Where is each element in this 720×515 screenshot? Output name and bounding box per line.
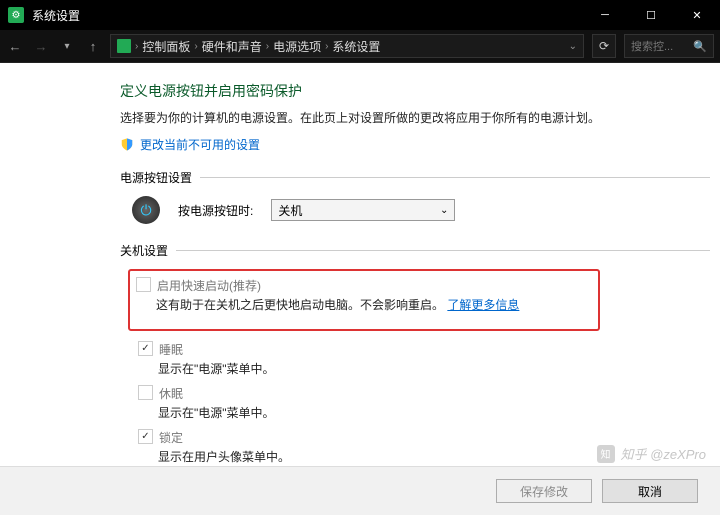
sleep-desc: 显示在"电源"菜单中。	[158, 360, 710, 377]
page-subtitle: 选择要为你的计算机的电源设置。在此页上对设置所做的更改将应用于你所有的电源计划。	[120, 109, 710, 126]
fast-startup-label: 启用快速启动(推荐)	[157, 277, 261, 294]
change-unavailable-link[interactable]: 更改当前不可用的设置	[120, 136, 710, 153]
forward-button[interactable]: →	[32, 39, 50, 54]
control-panel-icon	[117, 39, 131, 53]
lock-checkbox[interactable]: ✓	[138, 429, 153, 444]
fast-startup-option: 启用快速启动(推荐)	[136, 277, 574, 294]
close-button[interactable]: ✕	[674, 0, 720, 30]
breadcrumb-item[interactable]: 硬件和声音	[202, 38, 262, 55]
maximize-button[interactable]: ☐	[628, 0, 674, 30]
hibernate-option: 休眠 显示在"电源"菜单中。	[138, 385, 710, 421]
back-button[interactable]: ←	[6, 39, 24, 54]
content-area: 定义电源按钮并启用密码保护 选择要为你的计算机的电源设置。在此页上对设置所做的更…	[0, 63, 720, 486]
chevron-right-icon: ›	[266, 41, 269, 52]
search-icon: 🔍	[693, 40, 707, 53]
footer: 保存修改 取消	[0, 466, 720, 515]
minimize-button[interactable]: ─	[582, 0, 628, 30]
breadcrumb-item[interactable]: 系统设置	[332, 38, 380, 55]
fast-startup-desc: 这有助于在关机之后更快地启动电脑。不会影响重启。 了解更多信息	[156, 296, 574, 313]
lock-label: 锁定	[159, 429, 183, 446]
sleep-label: 睡眠	[159, 341, 183, 358]
watermark-text: 知乎 @zeXPro	[621, 444, 706, 463]
zhihu-icon: 知	[597, 445, 615, 463]
up-button[interactable]: ↑	[84, 39, 102, 54]
dropdown-value: 关机	[278, 202, 302, 219]
page-title: 定义电源按钮并启用密码保护	[120, 81, 710, 101]
watermark: 知 知乎 @zeXPro	[597, 444, 706, 463]
shield-icon	[120, 137, 134, 152]
sleep-checkbox[interactable]: ✓	[138, 341, 153, 356]
highlight-fast-startup: 启用快速启动(推荐) 这有助于在关机之后更快地启动电脑。不会影响重启。 了解更多…	[128, 269, 600, 331]
learn-more-link[interactable]: 了解更多信息	[447, 298, 519, 312]
search-placeholder: 搜索控...	[631, 38, 673, 54]
sleep-option: ✓ 睡眠 显示在"电源"菜单中。	[138, 341, 710, 377]
app-icon: ⚙	[8, 7, 24, 23]
chevron-down-icon[interactable]: ⌄	[569, 41, 577, 52]
chevron-right-icon: ›	[194, 41, 197, 52]
group-header-shutdown: 关机设置	[120, 242, 710, 259]
save-button[interactable]: 保存修改	[496, 479, 592, 503]
power-button-dropdown[interactable]: 关机 ⌄	[271, 199, 455, 221]
power-button-label: 按电源按钮时:	[178, 202, 253, 219]
navbar: ← → ▾ ↑ › 控制面板 › 硬件和声音 › 电源选项 › 系统设置 ⌄ ⟳…	[0, 30, 720, 63]
chevron-down-icon: ⌄	[440, 205, 448, 216]
chevron-right-icon: ›	[135, 41, 138, 52]
breadcrumb-item[interactable]: 控制面板	[142, 38, 190, 55]
cancel-button[interactable]: 取消	[602, 479, 698, 503]
fast-startup-checkbox[interactable]	[136, 277, 151, 292]
titlebar: ⚙ 系统设置 ─ ☐ ✕	[0, 0, 720, 30]
divider	[200, 177, 710, 178]
recent-dropdown[interactable]: ▾	[58, 41, 76, 52]
window-title: 系统设置	[32, 7, 582, 24]
group-title: 电源按钮设置	[120, 169, 192, 186]
refresh-button[interactable]: ⟳	[592, 34, 616, 58]
power-icon: ⏻	[132, 196, 160, 224]
breadcrumb[interactable]: › 控制面板 › 硬件和声音 › 电源选项 › 系统设置 ⌄	[110, 34, 584, 58]
hibernate-label: 休眠	[159, 385, 183, 402]
search-input[interactable]: 搜索控... 🔍	[624, 34, 714, 58]
breadcrumb-item[interactable]: 电源选项	[273, 38, 321, 55]
power-button-row: ⏻ 按电源按钮时: 关机 ⌄	[132, 196, 710, 224]
group-header-power: 电源按钮设置	[120, 169, 710, 186]
chevron-right-icon: ›	[325, 41, 328, 52]
hibernate-checkbox[interactable]	[138, 385, 153, 400]
divider	[176, 250, 710, 251]
change-unavailable-label: 更改当前不可用的设置	[140, 136, 260, 153]
group-title: 关机设置	[120, 242, 168, 259]
hibernate-desc: 显示在"电源"菜单中。	[158, 404, 710, 421]
